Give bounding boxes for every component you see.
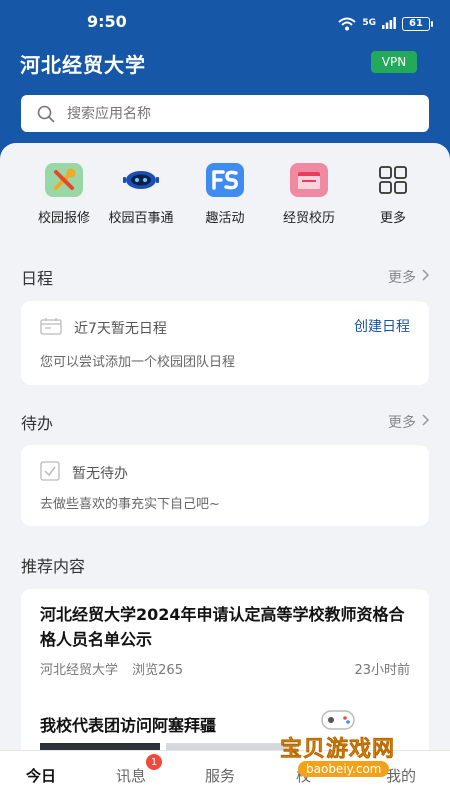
- app-label: 更多: [379, 211, 406, 226]
- chevron-right-icon: [422, 269, 430, 285]
- recommend-title: 推荐内容: [21, 557, 86, 576]
- calendar-icon: [40, 317, 62, 339]
- app-fun-activity[interactable]: 趣活动: [180, 163, 270, 226]
- repair-tools-icon: [45, 163, 83, 197]
- signal-label: 5G: [362, 18, 376, 28]
- app-label: 校园百事通: [108, 211, 174, 226]
- todo-title: 待办: [21, 414, 54, 433]
- news-thumbnail[interactable]: [166, 743, 296, 750]
- tab-today[interactable]: 今日: [26, 765, 56, 786]
- todo-empty-row: 暂无待办: [40, 461, 128, 485]
- watermark-text: 宝贝游戏网: [280, 737, 396, 763]
- todo-more-link[interactable]: 更多: [388, 412, 430, 432]
- news-meta: 河北经贸大学 浏览265: [40, 659, 183, 678]
- app-more[interactable]: 更多: [348, 163, 438, 226]
- watermark-url: baobeiy.com: [298, 761, 390, 777]
- more-label: 更多: [388, 415, 416, 431]
- grid-icon: [374, 163, 412, 197]
- search-bar[interactable]: [21, 95, 429, 132]
- search-input[interactable]: [67, 105, 407, 122]
- schedule-card: 近7天暂无日程 创建日程 您可以尝试添加一个校园团队日程: [21, 301, 429, 385]
- app-school-calendar[interactable]: 经贸校历: [264, 163, 354, 226]
- search-icon: [37, 104, 57, 124]
- fun-activity-icon: [206, 163, 244, 197]
- message-badge: 1: [146, 754, 162, 770]
- quick-apps: 校园报修 校园百事通 趣活动 经贸校历 更多: [0, 163, 450, 233]
- app-label: 经贸校历: [282, 211, 335, 226]
- more-label: 更多: [388, 270, 416, 286]
- news-time: 23小时前: [354, 663, 410, 678]
- schedule-empty-text: 近7天暂无日程: [74, 321, 167, 337]
- robot-icon: [122, 163, 160, 197]
- signal-icon: [382, 14, 396, 33]
- status-bar: 9:50 5G 61: [0, 0, 450, 44]
- schedule-hint: 您可以尝试添加一个校园团队日程: [40, 355, 236, 370]
- tab-services[interactable]: 服务: [205, 765, 235, 786]
- status-time: 9:50: [87, 12, 127, 31]
- app-title: 河北经贸大学: [20, 53, 146, 77]
- checkbox-icon: [40, 461, 60, 485]
- news-title[interactable]: 我校代表团访问阿塞拜疆: [40, 712, 216, 736]
- watermark: 宝贝游戏网 baobeiy.com: [280, 705, 430, 785]
- status-icons: 5G 61: [338, 14, 433, 33]
- todo-hint: 去做些喜欢的事充实下自己吧~: [40, 497, 220, 512]
- wifi-icon: [338, 17, 357, 31]
- app-label: 趣活动: [205, 211, 245, 226]
- schedule-empty-row: 近7天暂无日程: [40, 317, 167, 339]
- todo-empty-text: 暂无待办: [72, 466, 128, 482]
- main-content: 校园报修 校园百事通 趣活动 经贸校历 更多 日程 更多 近7天暂无日程 创建日…: [0, 143, 450, 750]
- schedule-title: 日程: [21, 269, 54, 288]
- battery-icon: 61: [402, 16, 433, 31]
- create-schedule-link[interactable]: 创建日程: [354, 316, 410, 336]
- news-source: 河北经贸大学: [40, 663, 119, 678]
- schedule-more-link[interactable]: 更多: [388, 267, 430, 287]
- news-thumbnail[interactable]: [40, 743, 160, 750]
- calendar-folder-icon: [290, 163, 328, 197]
- app-campus-helper[interactable]: 校园百事通: [96, 163, 186, 226]
- tab-messages[interactable]: 讯息: [116, 765, 146, 786]
- news-title[interactable]: 河北经贸大学2024年申请认定高等学校教师资格合格人员名单公示: [40, 602, 410, 652]
- todo-card: 暂无待办 去做些喜欢的事充实下自己吧~: [21, 445, 429, 526]
- news-views: 浏览265: [132, 663, 183, 678]
- vpn-button[interactable]: VPN: [371, 51, 417, 73]
- battery-level: 61: [409, 18, 423, 29]
- chevron-right-icon: [422, 414, 430, 430]
